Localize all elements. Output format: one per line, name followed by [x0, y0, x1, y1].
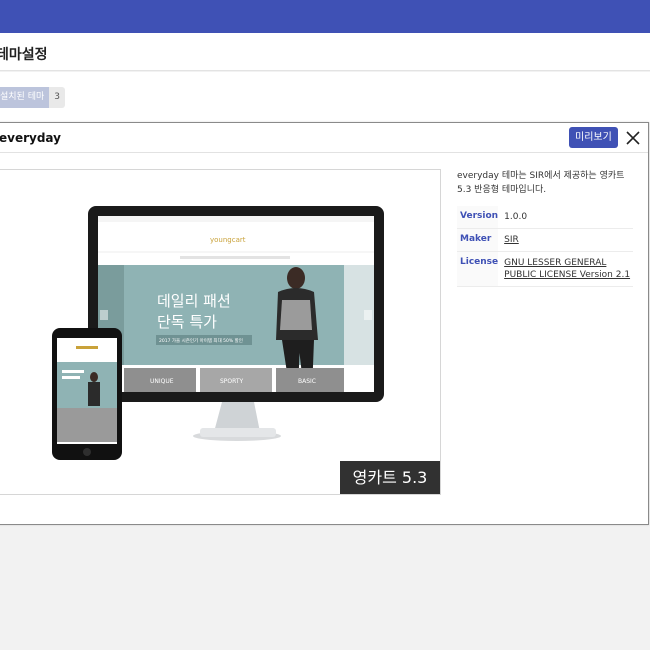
preview-button[interactable]: 미리보기 — [569, 127, 618, 148]
banner-line1: 데일리 패션 — [157, 292, 231, 310]
version-label: Version — [457, 206, 499, 229]
table-row: Version 1.0.0 — [457, 206, 633, 229]
license-cell: GNU LESSER GENERAL PUBLIC LICENSE Versio… — [498, 251, 633, 287]
maker-link[interactable]: SIR — [504, 235, 519, 245]
theme-info-table: Version 1.0.0 Maker SIR License GNU LESS… — [457, 206, 633, 287]
theme-info-panel: everyday 테마는 SIR에서 제공하는 영카트 5.3 반응형 테마입니… — [457, 169, 633, 287]
tile-label-2: SPORTY — [220, 378, 244, 385]
tile-label-3: BASIC — [298, 378, 316, 385]
license-label: License — [457, 251, 499, 287]
close-icon[interactable] — [623, 128, 643, 148]
theme-screenshot: youngcart 데일리 패션 단독 특가 2017 가을 시즌인기 아이템 … — [0, 169, 441, 495]
modal-header: everyday 미리보기 — [0, 123, 648, 153]
page-content — [0, 72, 650, 122]
theme-detail-modal: everyday 미리보기 youngcart 데일리 패션 단독 특가 201… — [0, 122, 649, 525]
table-row: Maker SIR — [457, 228, 633, 252]
page-title: 테마설정 — [0, 47, 48, 63]
modal-title: everyday — [0, 131, 61, 145]
maker-label: Maker — [457, 228, 499, 252]
top-navigation-bar — [0, 0, 650, 33]
tile-label-1: UNIQUE — [150, 378, 174, 385]
monitor-stand — [214, 402, 260, 432]
screen-banner — [98, 265, 374, 365]
theme-count-label: 설치된 테마 — [0, 87, 50, 108]
theme-screenshot-illustration: youngcart 데일리 패션 단독 특가 2017 가을 시즌인기 아이템 … — [0, 170, 440, 494]
page-header: 테마설정 — [0, 33, 650, 71]
page-background — [0, 524, 650, 650]
screenshot-caption: 영카트 5.3 — [340, 461, 440, 494]
license-link[interactable]: GNU LESSER GENERAL PUBLIC LICENSE Versio… — [504, 258, 630, 280]
screen-brand: youngcart — [210, 236, 246, 244]
version-value: 1.0.0 — [498, 206, 633, 229]
theme-count-value: 3 — [49, 87, 65, 108]
theme-description: everyday 테마는 SIR에서 제공하는 영카트 5.3 반응형 테마입니… — [457, 171, 625, 195]
banner-line2: 단독 특가 — [157, 313, 217, 331]
table-row: License GNU LESSER GENERAL PUBLIC LICENS… — [457, 251, 633, 287]
banner-subtext: 2017 가을 시즌인기 아이템 최대 50% 할인 — [159, 337, 243, 344]
theme-count-badge: 설치된 테마 3 — [0, 87, 65, 108]
maker-cell: SIR — [498, 228, 633, 252]
